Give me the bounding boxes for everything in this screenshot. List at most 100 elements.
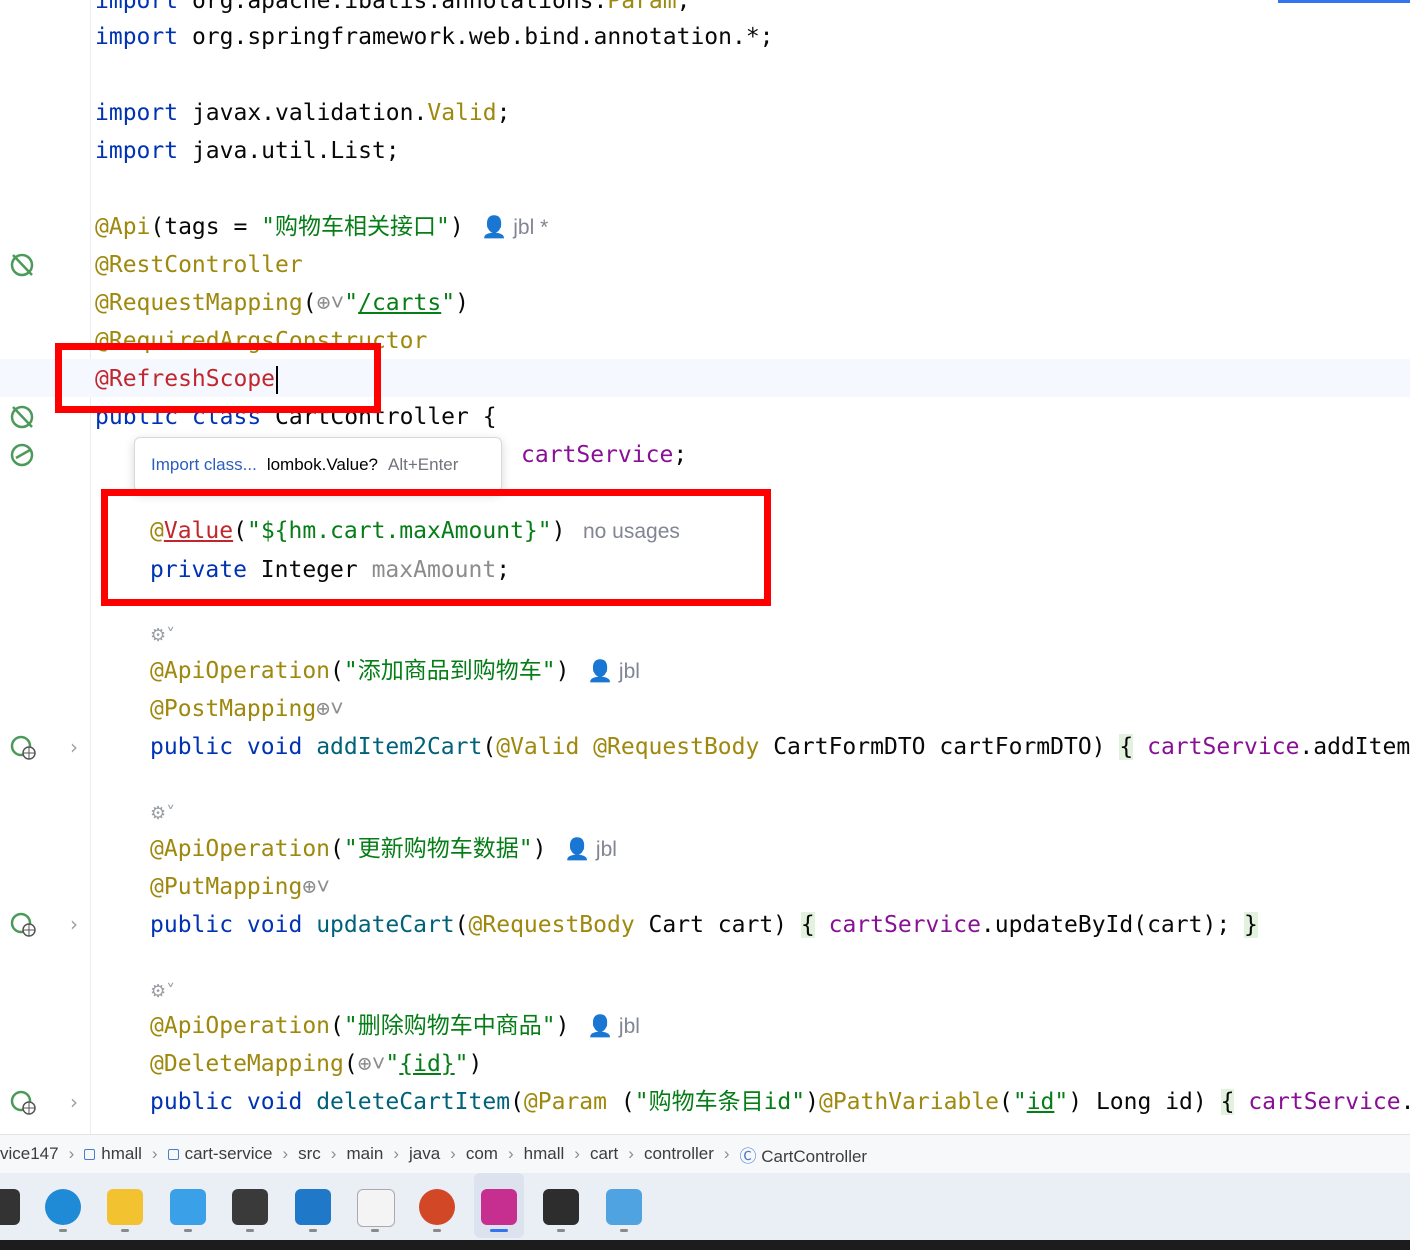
breadcrumb-separator-icon: › <box>393 1144 399 1163</box>
author-inlay-hint[interactable]: 👤 jbl <box>546 838 617 861</box>
breadcrumb-item[interactable]: hmall <box>84 1144 142 1164</box>
terminal-taskbar-icon[interactable] <box>543 1189 579 1225</box>
code-token: Cart cart) <box>634 912 801 938</box>
fold-chevron-icon[interactable]: › <box>70 1090 78 1114</box>
virtualbox-taskbar-icon[interactable] <box>295 1189 331 1225</box>
code-line-post-mapping[interactable]: @PostMapping⊕˅ <box>150 690 344 728</box>
breadcrumb-item[interactable]: main <box>346 1144 383 1164</box>
spring-bean-icon[interactable] <box>8 402 38 432</box>
code-token: @Api <box>95 214 151 240</box>
code-token: ) <box>805 1089 819 1115</box>
edge-taskbar-icon[interactable] <box>45 1189 81 1225</box>
highlight-box-value-field <box>101 489 771 606</box>
breadcrumb-item[interactable]: src <box>298 1144 321 1164</box>
code-line-put-mapping[interactable]: @PutMapping⊕˅ <box>150 868 330 906</box>
code-token: ( <box>330 836 344 862</box>
code-line-request-mapping[interactable]: @RequestMapping(⊕˅"/carts") <box>95 284 469 322</box>
breadcrumb-separator-icon: › <box>330 1144 337 1163</box>
code-token: @PathVariable <box>818 1089 999 1115</box>
code-token: @RequestBody <box>468 912 635 938</box>
code-token: ( <box>330 1013 344 1039</box>
code-line-api-annotation[interactable]: @Api(tags = "购物车相关接口") 👤 jbl * <box>95 208 548 246</box>
code-token: Valid <box>427 100 497 126</box>
fold-chevron-icon[interactable]: › <box>70 912 78 936</box>
code-line-method-add[interactable]: public void addItem2Cart(@Valid @Request… <box>150 728 1410 766</box>
author-inlay-hint[interactable]: 👤 jbl <box>569 1015 640 1038</box>
taskbar-running-indicator <box>246 1229 254 1232</box>
code-line-op-update[interactable]: @ApiOperation("更新购物车数据") 👤 jbl <box>150 830 617 868</box>
code-line-cart-service-field[interactable]: cartService; <box>521 436 687 474</box>
code-line-import-spring[interactable]: import org.springframework.web.bind.anno… <box>95 18 774 56</box>
code-token: @ApiOperation <box>150 1013 331 1039</box>
breadcrumb-item[interactable]: cart-service <box>167 1144 272 1164</box>
code-token: ) <box>555 658 570 684</box>
code-token: @Valid <box>496 734 580 760</box>
breadcrumb-item[interactable]: java <box>409 1144 440 1164</box>
endpoint-web-icon[interactable] <box>8 910 38 940</box>
code-token: " <box>454 1051 469 1077</box>
code-token: import <box>95 100 179 126</box>
code-editor[interactable]: › › › ⚙˅ ⚙˅ ⚙˅ import org.apache.ibatis.… <box>0 0 1410 1134</box>
code-line-op-add[interactable]: @ApiOperation("添加商品到购物车") 👤 jbl <box>150 652 640 690</box>
endpoint-web-icon[interactable] <box>8 733 38 763</box>
endpoint-web-icon[interactable] <box>8 1088 38 1118</box>
code-token: import <box>95 138 179 164</box>
code-line-import-list[interactable]: import java.util.List; <box>95 132 400 170</box>
taskbar-running-indicator <box>557 1229 565 1232</box>
code-line-op-delete[interactable]: @ApiOperation("删除购物车中商品") 👤 jbl <box>150 1007 640 1045</box>
breadcrumb-item[interactable]: hmall <box>524 1144 565 1164</box>
code-line-method-delete[interactable]: public void deleteCartItem(@Param ("购物车条… <box>150 1083 1410 1121</box>
code-token: addItem2Cart <box>316 734 483 760</box>
code-token: import <box>95 0 179 14</box>
fold-chevron-icon[interactable]: › <box>70 735 78 759</box>
code-token: " <box>441 290 456 316</box>
code-token: @Param <box>523 1089 608 1115</box>
code-token: "购物车相关接口" <box>261 214 450 240</box>
code-token: ) Long id) <box>1068 1089 1221 1115</box>
swagger-inlay-icon[interactable]: ⚙˅ <box>150 803 175 824</box>
code-token: "删除购物车中商品" <box>343 1013 556 1039</box>
task-view-taskbar-icon[interactable] <box>0 1189 20 1225</box>
code-token: Param <box>607 0 677 14</box>
breadcrumb-label: java <box>408 1144 441 1163</box>
code-token: ; <box>676 0 691 14</box>
import-class-popup[interactable]: Import class... lombok.Value? Alt+Enter <box>134 437 502 492</box>
typora-taskbar-icon[interactable] <box>357 1189 395 1227</box>
breadcrumb-item[interactable]: com <box>466 1144 498 1164</box>
breadcrumb-item[interactable]: controller <box>644 1144 714 1164</box>
import-class-action[interactable]: Import class... <box>151 455 257 475</box>
code-token: ; <box>496 100 511 126</box>
code-token: public void <box>150 912 303 938</box>
taskbar-running-indicator <box>184 1229 192 1232</box>
code-line-rest-controller[interactable]: @RestController <box>95 246 303 284</box>
code-line-import-partial[interactable]: import org.apache.ibatis.annotations.Par… <box>95 0 690 20</box>
paint-taskbar-icon[interactable] <box>606 1189 642 1225</box>
breadcrumb-item[interactable]: Ⓒ CartController <box>740 1142 868 1167</box>
breadcrumb-item[interactable]: vice147 <box>0 1144 59 1164</box>
code-token: ) <box>532 836 547 862</box>
code-token: .r <box>1401 1089 1410 1115</box>
intellij-idea-taskbar-icon[interactable] <box>481 1189 517 1225</box>
code-line-delete-mapping[interactable]: @DeleteMapping(⊕˅"{id}") <box>150 1045 482 1083</box>
author-inlay-hint[interactable]: 👤 jbl * <box>464 216 548 239</box>
autowired-bean-icon[interactable] <box>8 440 38 470</box>
breadcrumb-label: com <box>465 1144 498 1163</box>
code-token: ( <box>998 1089 1013 1115</box>
code-token: "更新购物车数据" <box>343 836 533 862</box>
spring-bean-icon[interactable] <box>8 250 38 280</box>
sublime-text-taskbar-icon[interactable] <box>232 1189 268 1225</box>
breadcrumb-label: controller <box>643 1144 714 1163</box>
notepad-taskbar-icon[interactable] <box>170 1189 206 1225</box>
code-token: .updateById(cart); <box>980 912 1245 938</box>
code-line-method-update[interactable]: public void updateCart(@RequestBody Cart… <box>150 906 1258 944</box>
code-line-import-valid[interactable]: import javax.validation.Valid; <box>95 94 510 132</box>
code-token: CartFormDTO cartFormDTO) <box>759 734 1120 760</box>
file-explorer-taskbar-icon[interactable] <box>107 1189 143 1225</box>
author-inlay-hint[interactable]: 👤 jbl <box>569 660 640 683</box>
import-class-name[interactable]: lombok.Value? <box>267 455 378 475</box>
breadcrumb-item[interactable]: cart <box>590 1144 618 1164</box>
swagger-inlay-icon[interactable]: ⚙˅ <box>150 981 175 1002</box>
swagger-inlay-icon[interactable]: ⚙˅ <box>150 625 175 646</box>
powerpoint-taskbar-icon[interactable] <box>419 1189 455 1225</box>
